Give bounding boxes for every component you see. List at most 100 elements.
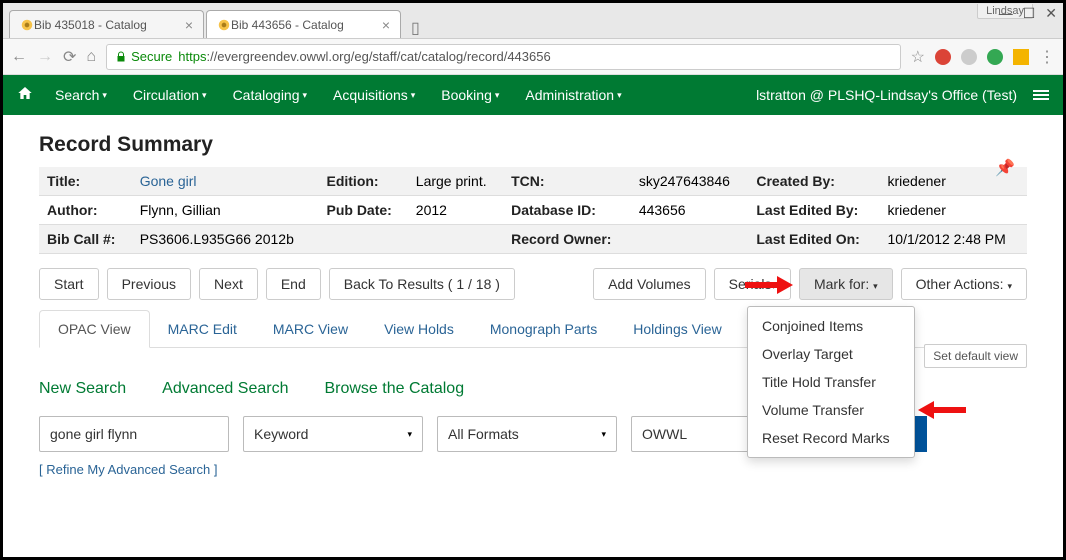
tab-view-holds[interactable]: View Holds bbox=[366, 311, 472, 347]
field-label: Last Edited By: bbox=[748, 196, 879, 225]
reload-icon[interactable]: ⟳ bbox=[63, 47, 76, 67]
chevron-down-icon: ▾ bbox=[303, 90, 308, 101]
field-label: Created By: bbox=[748, 167, 879, 196]
chrome-menu-icon[interactable]: ⋮ bbox=[1039, 47, 1055, 67]
record-toolbar: Start Previous Next End Back To Results … bbox=[39, 268, 1027, 300]
field-label: Database ID: bbox=[503, 196, 631, 225]
extension-yellow-icon[interactable] bbox=[1013, 49, 1029, 65]
extension-green-icon[interactable] bbox=[987, 49, 1003, 65]
tab-marc-edit[interactable]: MARC Edit bbox=[150, 311, 255, 347]
browser-tab-title: Bib 435018 - Catalog bbox=[34, 18, 147, 32]
chevron-down-icon: ▾ bbox=[407, 429, 412, 440]
menu-item-volume-transfer[interactable]: Volume Transfer bbox=[748, 396, 914, 424]
pin-icon[interactable]: 📌 bbox=[995, 158, 1015, 178]
url-scheme: https bbox=[178, 49, 206, 64]
address-bar: ← → ⟳ ⌂ Secure https://evergreendev.owwl… bbox=[3, 39, 1063, 75]
mark-for-dropdown-button[interactable]: Mark for: ▾ bbox=[799, 268, 893, 300]
nav-cataloging[interactable]: Cataloging▾ bbox=[233, 87, 307, 103]
url-input[interactable]: Secure https://evergreendev.owwl.org/eg/… bbox=[106, 44, 901, 70]
end-button[interactable]: End bbox=[266, 268, 321, 300]
field-value: 2012 bbox=[408, 196, 503, 225]
chevron-down-icon: ▾ bbox=[495, 90, 500, 101]
field-label: Edition: bbox=[318, 167, 407, 196]
back-to-results-button[interactable]: Back To Results ( 1 / 18 ) bbox=[329, 268, 515, 300]
field-label: Record Owner: bbox=[503, 225, 631, 254]
field-value: PS3606.L935G66 2012b bbox=[132, 225, 319, 254]
field-value: 10/1/2012 2:48 PM bbox=[880, 225, 1028, 254]
close-window-icon[interactable]: ✕ bbox=[1045, 5, 1057, 22]
field-label: Title: bbox=[39, 167, 132, 196]
browser-tab-inactive[interactable]: Bib 435018 - Catalog × bbox=[9, 10, 204, 38]
star-icon[interactable]: ☆ bbox=[911, 47, 925, 67]
tab-holdings-view[interactable]: Holdings View bbox=[615, 311, 739, 347]
menu-item-overlay-target[interactable]: Overlay Target bbox=[748, 340, 914, 368]
link-new-search[interactable]: New Search bbox=[39, 380, 126, 398]
field-label: Pub Date: bbox=[318, 196, 407, 225]
search-query-text[interactable] bbox=[50, 426, 218, 442]
mark-for-menu: Conjoined Items Overlay Target Title Hol… bbox=[747, 306, 915, 458]
browser-tab-title: Bib 443656 - Catalog bbox=[231, 18, 344, 32]
nav-search[interactable]: Search ▾ bbox=[55, 87, 107, 103]
extension-gplus-icon[interactable] bbox=[935, 49, 951, 65]
close-icon[interactable]: × bbox=[382, 17, 390, 33]
serials-dropdown-button[interactable]: Serials▾ bbox=[714, 268, 791, 300]
chevron-down-icon: ▾ bbox=[102, 90, 107, 101]
link-advanced-search[interactable]: Advanced Search bbox=[162, 380, 288, 398]
set-default-view-button[interactable]: Set default view bbox=[924, 344, 1027, 368]
field-label: Last Edited On: bbox=[748, 225, 879, 254]
chevron-down-icon: ▾ bbox=[601, 429, 606, 440]
nav-user-context[interactable]: lstratton @ PLSHQ-Lindsay's Office (Test… bbox=[756, 87, 1017, 103]
next-button[interactable]: Next bbox=[199, 268, 258, 300]
tab-monograph-parts[interactable]: Monograph Parts bbox=[472, 311, 615, 347]
field-value: Flynn, Gillian bbox=[132, 196, 319, 225]
refine-advanced-search-link[interactable]: [ Refine My Advanced Search ] bbox=[39, 462, 1027, 477]
page-title: Record Summary bbox=[39, 133, 1027, 157]
menu-item-reset-record-marks[interactable]: Reset Record Marks bbox=[748, 424, 914, 452]
search-format-select[interactable]: All Formats▾ bbox=[437, 416, 617, 452]
lock-icon bbox=[115, 51, 127, 63]
chevron-down-icon: ▾ bbox=[771, 281, 776, 291]
nav-booking[interactable]: Booking▾ bbox=[441, 87, 499, 103]
previous-button[interactable]: Previous bbox=[107, 268, 191, 300]
nav-circulation[interactable]: Circulation▾ bbox=[133, 87, 207, 103]
chevron-down-icon: ▾ bbox=[873, 281, 878, 291]
menu-item-title-hold-transfer[interactable]: Title Hold Transfer bbox=[748, 368, 914, 396]
start-button[interactable]: Start bbox=[39, 268, 99, 300]
close-icon[interactable]: × bbox=[185, 17, 193, 33]
new-tab-button[interactable]: ▯ bbox=[403, 18, 428, 38]
nav-home-icon[interactable] bbox=[17, 85, 33, 106]
tab-marc-view[interactable]: MARC View bbox=[255, 311, 366, 347]
minimize-icon[interactable]: — bbox=[999, 5, 1013, 22]
nav-acquisitions[interactable]: Acquisitions▾ bbox=[333, 87, 415, 103]
extension-grey-icon[interactable] bbox=[961, 49, 977, 65]
secure-badge: Secure bbox=[115, 49, 172, 64]
hamburger-menu-icon[interactable] bbox=[1033, 90, 1049, 100]
forward-icon[interactable]: → bbox=[37, 48, 53, 66]
field-value-title[interactable]: Gone girl bbox=[132, 167, 319, 196]
add-volumes-button[interactable]: Add Volumes bbox=[593, 268, 706, 300]
browser-tab-active[interactable]: Bib 443656 - Catalog × bbox=[206, 10, 401, 38]
field-value: Large print. bbox=[408, 167, 503, 196]
field-value: kriedener bbox=[880, 196, 1028, 225]
url-text: ://evergreendev.owwl.org/eg/staff/cat/ca… bbox=[206, 49, 550, 64]
chevron-down-icon: ▾ bbox=[202, 90, 207, 101]
favicon-icon bbox=[217, 18, 231, 32]
browser-tab-strip: Bib 435018 - Catalog × Bib 443656 - Cata… bbox=[3, 3, 1063, 39]
other-actions-dropdown-button[interactable]: Other Actions: ▾ bbox=[901, 268, 1027, 300]
menu-item-conjoined-items[interactable]: Conjoined Items bbox=[748, 312, 914, 340]
search-type-select[interactable]: Keyword▾ bbox=[243, 416, 423, 452]
app-top-nav: Search ▾ Circulation▾ Cataloging▾ Acquis… bbox=[3, 75, 1063, 115]
back-icon[interactable]: ← bbox=[11, 48, 27, 66]
tab-opac-view[interactable]: OPAC View bbox=[39, 310, 150, 348]
chevron-down-icon: ▾ bbox=[411, 90, 416, 101]
field-label: TCN: bbox=[503, 167, 631, 196]
field-value bbox=[631, 225, 749, 254]
maximize-icon[interactable]: ☐ bbox=[1023, 5, 1036, 22]
link-browse-catalog[interactable]: Browse the Catalog bbox=[324, 380, 464, 398]
search-query-input[interactable] bbox=[39, 416, 229, 452]
nav-administration[interactable]: Administration▾ bbox=[525, 87, 621, 103]
field-value: sky247643846 bbox=[631, 167, 749, 196]
field-label: Author: bbox=[39, 196, 132, 225]
home-icon[interactable]: ⌂ bbox=[86, 48, 96, 66]
record-summary-table: Title: Gone girl Edition: Large print. T… bbox=[39, 167, 1027, 254]
